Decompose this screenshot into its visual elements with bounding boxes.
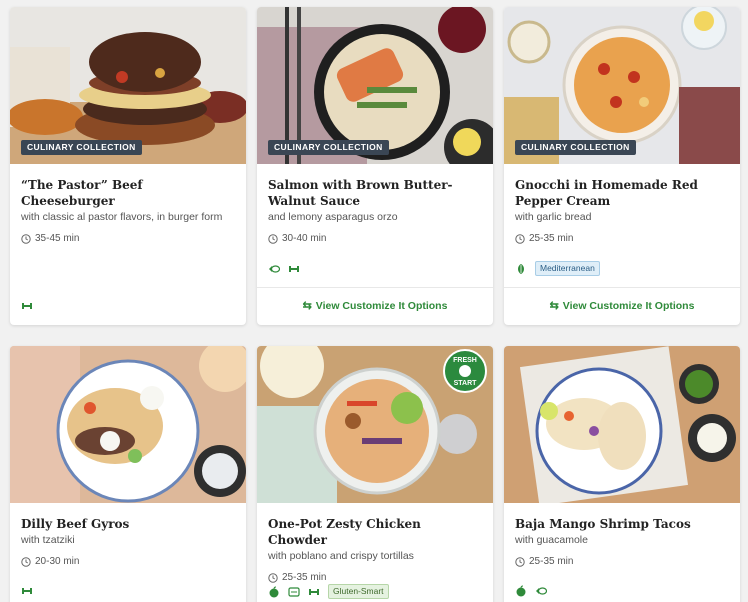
recipe-tags: Gluten-Smart bbox=[268, 584, 389, 599]
cook-time: 25-35 min bbox=[268, 572, 482, 583]
pescatarian-icon bbox=[536, 587, 547, 595]
divider bbox=[257, 287, 493, 288]
recipe-subtitle: and lemony asparagus orzo bbox=[268, 211, 398, 223]
cook-time: 30-40 min bbox=[268, 233, 482, 244]
recipe-subtitle: with guacamole bbox=[515, 534, 588, 546]
divider bbox=[504, 287, 740, 288]
fresh-start-badge: FRESH START bbox=[443, 349, 487, 393]
recipe-card[interactable]: CULINARY COLLECTION Gnocchi in Homemade … bbox=[504, 7, 740, 325]
customize-label: View Customize It Options bbox=[315, 300, 448, 312]
recipe-photo[interactable] bbox=[504, 346, 740, 503]
recipe-subtitle: with classic al pastor flavors, in burge… bbox=[21, 211, 223, 223]
recipe-tags: Mediterranean bbox=[515, 261, 600, 276]
clock-icon bbox=[268, 233, 278, 244]
recipe-card[interactable]: Baja Mango Shrimp Tacos with guacamole 2… bbox=[504, 346, 740, 602]
recipe-subtitle: with garlic bread bbox=[515, 211, 592, 223]
cook-time: 25-35 min bbox=[515, 233, 729, 244]
recipe-card[interactable]: Dilly Beef Gyros with tzatziki 20-30 min bbox=[10, 346, 246, 602]
apple-icon bbox=[269, 586, 279, 597]
cook-time-label: 25-35 min bbox=[529, 233, 574, 244]
clock-icon bbox=[21, 556, 31, 567]
customize-options-link[interactable]: ⇆ View Customize It Options bbox=[504, 299, 740, 313]
recipe-title[interactable]: Dilly Beef Gyros bbox=[21, 516, 235, 532]
recipe-info: Dilly Beef Gyros with tzatziki 20-30 min bbox=[21, 516, 235, 567]
start-label: START bbox=[453, 380, 477, 387]
recipe-card[interactable]: FRESH START One-Pot Zesty Chicken Chowde… bbox=[257, 346, 493, 602]
recipe-tags bbox=[268, 263, 300, 275]
cook-time-label: 35-45 min bbox=[35, 233, 80, 244]
recipe-tags bbox=[21, 585, 33, 597]
recipe-title[interactable]: “The Pastor” Beef Cheeseburger bbox=[21, 177, 235, 209]
cook-time: 35-45 min bbox=[21, 233, 235, 244]
recipe-title[interactable]: Baja Mango Shrimp Tacos bbox=[515, 516, 729, 532]
culinary-collection-badge: CULINARY COLLECTION bbox=[515, 140, 636, 155]
calorie-icon bbox=[288, 586, 300, 597]
cuisine-tag: Mediterranean bbox=[535, 261, 600, 276]
protein-icon bbox=[289, 266, 299, 272]
cook-time-label: 25-35 min bbox=[282, 572, 327, 583]
culinary-collection-badge: CULINARY COLLECTION bbox=[21, 140, 142, 155]
cook-time: 25-35 min bbox=[515, 556, 729, 567]
recipe-title[interactable]: Salmon with Brown Butter-Walnut Sauce bbox=[268, 177, 482, 209]
recipe-info: Gnocchi in Homemade Red Pepper Cream wit… bbox=[515, 177, 729, 244]
recipe-info: One-Pot Zesty Chicken Chowder with pobla… bbox=[268, 516, 482, 583]
recipe-grid: CULINARY COLLECTION “The Pastor” Beef Ch… bbox=[0, 0, 748, 602]
cook-time-label: 25-35 min bbox=[529, 556, 574, 567]
clock-icon bbox=[268, 572, 278, 583]
clock-icon bbox=[21, 233, 31, 244]
cook-time: 20-30 min bbox=[21, 556, 235, 567]
recipe-title[interactable]: One-Pot Zesty Chicken Chowder bbox=[268, 516, 482, 548]
culinary-collection-badge: CULINARY COLLECTION bbox=[268, 140, 389, 155]
cook-time-label: 20-30 min bbox=[35, 556, 80, 567]
recipe-photo[interactable] bbox=[10, 346, 246, 503]
swap-icon: ⇆ bbox=[302, 300, 312, 312]
clock-icon bbox=[515, 233, 525, 244]
apple-icon bbox=[459, 365, 471, 377]
swap-icon: ⇆ bbox=[549, 300, 559, 312]
customize-label: View Customize It Options bbox=[562, 300, 695, 312]
clock-icon bbox=[515, 556, 525, 567]
recipe-info: Salmon with Brown Butter-Walnut Sauce an… bbox=[268, 177, 482, 244]
recipe-subtitle: with poblano and crispy tortillas bbox=[268, 550, 414, 562]
apple-icon bbox=[516, 585, 526, 597]
pescatarian-icon bbox=[269, 265, 280, 273]
vegetarian-icon bbox=[518, 263, 524, 274]
recipe-subtitle: with tzatziki bbox=[21, 534, 75, 546]
recipe-title[interactable]: Gnocchi in Homemade Red Pepper Cream bbox=[515, 177, 729, 209]
diet-tag: Gluten-Smart bbox=[328, 584, 389, 599]
protein-icon bbox=[309, 588, 319, 595]
recipe-tags bbox=[21, 300, 33, 312]
protein-icon bbox=[22, 303, 32, 309]
recipe-tags bbox=[515, 585, 547, 597]
recipe-card[interactable]: CULINARY COLLECTION Salmon with Brown Bu… bbox=[257, 7, 493, 325]
fresh-label: FRESH bbox=[453, 357, 477, 364]
cook-time-label: 30-40 min bbox=[282, 233, 327, 244]
recipe-info: “The Pastor” Beef Cheeseburger with clas… bbox=[21, 177, 235, 244]
recipe-info: Baja Mango Shrimp Tacos with guacamole 2… bbox=[515, 516, 729, 567]
recipe-card[interactable]: CULINARY COLLECTION “The Pastor” Beef Ch… bbox=[10, 7, 246, 325]
protein-icon bbox=[22, 588, 32, 594]
customize-options-link[interactable]: ⇆ View Customize It Options bbox=[257, 299, 493, 313]
